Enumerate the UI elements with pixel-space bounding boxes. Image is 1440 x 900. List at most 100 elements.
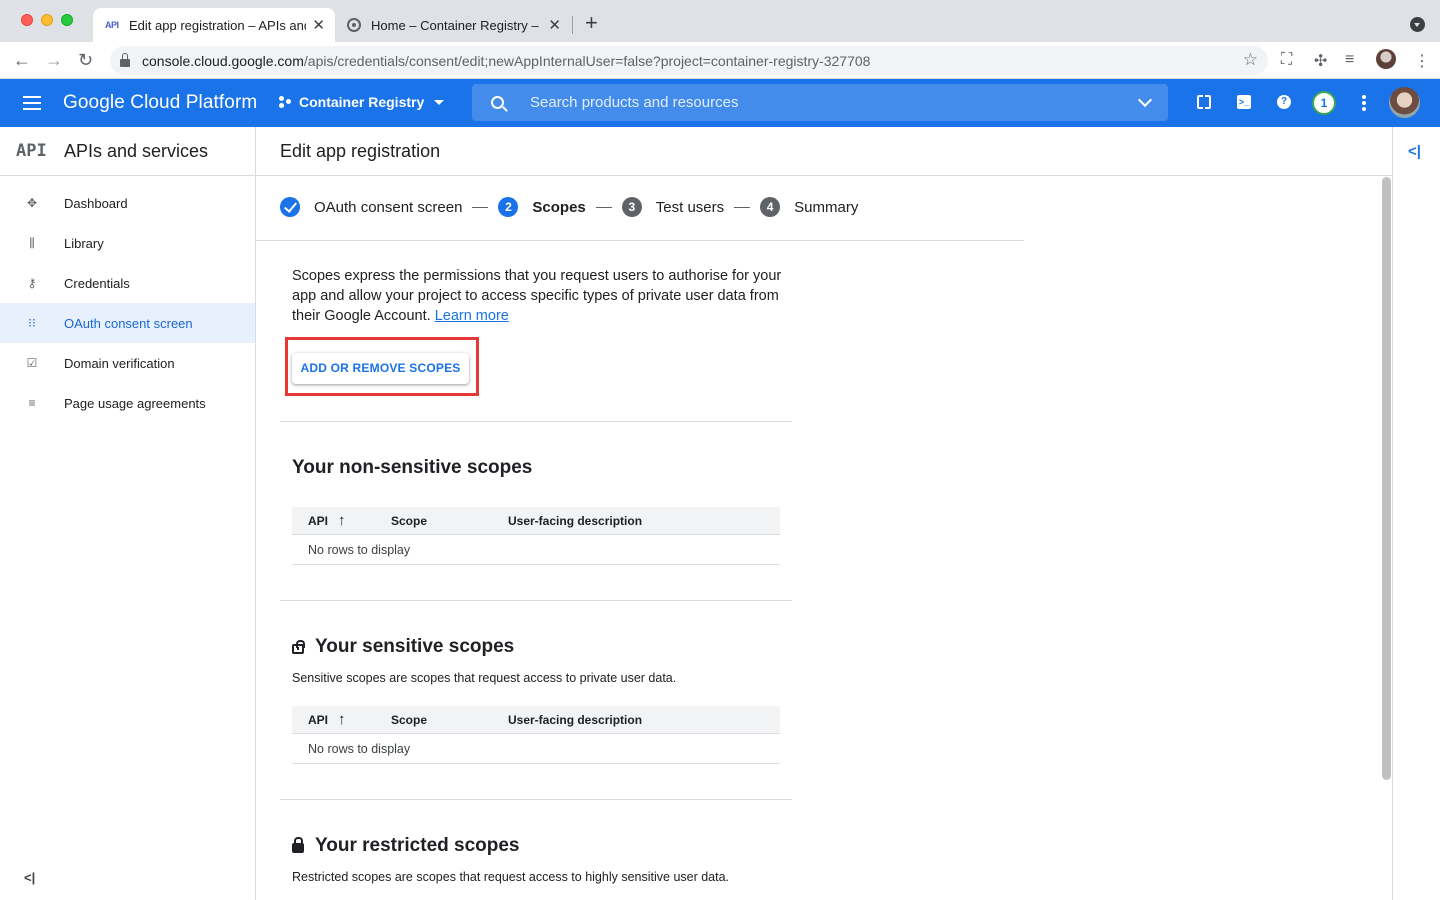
cloud-shell-icon[interactable]: >_ <box>1237 95 1251 109</box>
project-icon <box>279 95 293 109</box>
page-title: Edit app registration <box>256 127 1392 176</box>
gcp-header: Google Cloud Platform Container Registry… <box>0 79 1440 127</box>
forward-icon[interactable]: → <box>45 50 63 70</box>
sidebar: API APIs and services ✥ Dashboard ⫼ Libr… <box>0 127 256 900</box>
browser-profile-avatar[interactable] <box>1376 49 1396 69</box>
sidebar-item-label: Dashboard <box>64 195 128 211</box>
divider <box>256 240 1024 241</box>
step-label: Scopes <box>532 198 586 216</box>
sidebar-item-page-usage-agreements[interactable]: ≡ Page usage agreements <box>0 383 255 423</box>
lock-open-icon <box>292 640 305 654</box>
bookmark-star-icon[interactable]: ☆ <box>1243 50 1258 70</box>
add-or-remove-scopes-button[interactable]: ADD OR REMOVE SCOPES <box>292 353 469 384</box>
step-number: 2 <box>498 197 519 217</box>
column-api[interactable]: API ↑ <box>292 513 391 528</box>
step-connector <box>595 206 612 208</box>
sidebar-item-dashboard[interactable]: ✥ Dashboard <box>0 183 255 223</box>
browser-tabstrip: API Edit app registration – APIs and ser… <box>0 0 1440 42</box>
column-scope: Scope <box>391 513 428 528</box>
product-title[interactable]: Google Cloud Platform <box>63 92 257 114</box>
sidebar-header: API APIs and services <box>0 127 255 176</box>
help-icon[interactable]: ? <box>1277 95 1291 109</box>
column-api[interactable]: API ↑ <box>292 712 391 727</box>
browser-tab-active[interactable]: API Edit app registration – APIs and ser… <box>93 8 335 42</box>
tab-title: Edit app registration – APIs and service… <box>129 17 306 33</box>
browser-toolbar: ← → ↻ console.cloud.google.com/apis/cred… <box>0 42 1440 79</box>
empty-table-message: No rows to display <box>292 734 780 764</box>
search-bar[interactable]: Search products and resources <box>472 84 1168 121</box>
step-test-users[interactable]: 3 Test users <box>621 197 724 217</box>
collapse-sidebar-icon[interactable]: <| <box>24 870 35 885</box>
column-description: User-facing description <box>508 513 643 528</box>
learn-more-link[interactable]: Learn more <box>435 308 509 324</box>
window-close-button[interactable] <box>21 14 33 26</box>
step-number: 4 <box>760 197 781 217</box>
screenshot-icon[interactable]: ⛶ <box>1281 51 1292 69</box>
reload-icon[interactable]: ↻ <box>78 50 93 70</box>
close-tab-icon[interactable]: ✕ <box>312 16 325 34</box>
new-tab-icon[interactable]: + <box>585 12 598 34</box>
gear-favicon-icon <box>347 18 361 32</box>
library-icon: ⫼ <box>29 235 35 250</box>
expand-panel-icon[interactable]: <| <box>1408 143 1421 160</box>
chevron-down-icon[interactable] <box>1137 92 1153 107</box>
section-title-sensitive: Your sensitive scopes <box>292 636 514 658</box>
sidebar-item-credentials[interactable]: ⚷ Credentials <box>0 263 255 303</box>
section-divider <box>280 799 792 800</box>
sidebar-item-label: Credentials <box>64 275 130 291</box>
section-title-non-sensitive: Your non-sensitive scopes <box>292 457 533 478</box>
intro-text: Scopes express the permissions that you … <box>292 268 782 324</box>
step-oauth-consent-screen[interactable]: OAuth consent screen <box>280 197 462 217</box>
step-scopes[interactable]: 2 Scopes <box>498 197 586 217</box>
more-options-icon[interactable] <box>1362 95 1366 111</box>
step-label: Summary <box>794 198 859 216</box>
tab-title: Home – Container Registry – Google Cloud… <box>371 17 542 33</box>
section-divider <box>280 600 792 601</box>
back-icon[interactable]: ← <box>13 50 31 70</box>
project-selector[interactable]: Container Registry <box>279 94 445 110</box>
section-description: Sensitive scopes are scopes that request… <box>292 671 677 685</box>
search-input[interactable]: Search products and resources <box>530 94 1140 111</box>
consent-icon: ⁝⁝ <box>28 316 36 330</box>
sidebar-title: APIs and services <box>64 140 209 161</box>
gift-icon[interactable] <box>1197 95 1211 109</box>
sidebar-item-oauth-consent-screen[interactable]: ⁝⁝ OAuth consent screen <box>0 303 255 343</box>
browser-tab-inactive[interactable]: Home – Container Registry – Google Cloud… <box>337 8 571 42</box>
settings-list-icon: ≡ <box>28 396 36 410</box>
account-avatar[interactable] <box>1389 87 1420 118</box>
window-minimize-button[interactable] <box>41 14 53 26</box>
scrollbar[interactable] <box>1382 177 1391 780</box>
section-divider <box>280 421 792 422</box>
sidebar-item-library[interactable]: ⫼ Library <box>0 223 255 263</box>
sidebar-item-domain-verification[interactable]: ☑ Domain verification <box>0 343 255 383</box>
step-summary[interactable]: 4 Summary <box>760 197 858 217</box>
tab-search-icon[interactable] <box>1410 17 1425 32</box>
step-connector <box>734 206 751 208</box>
address-bar[interactable]: console.cloud.google.com/apis/credential… <box>110 46 1268 75</box>
notification-badge[interactable]: 1 <box>1312 91 1336 115</box>
close-tab-icon[interactable]: ✕ <box>548 16 561 34</box>
lock-icon <box>292 837 304 853</box>
url-text: console.cloud.google.com/apis/credential… <box>142 52 871 69</box>
section-description: Restricted scopes are scopes that reques… <box>292 870 730 884</box>
step-complete-check-icon <box>280 197 300 217</box>
step-label: OAuth consent screen <box>314 198 463 216</box>
right-panel: <| <box>1392 127 1440 900</box>
step-number: 3 <box>621 197 642 217</box>
window-zoom-button[interactable] <box>61 14 73 26</box>
extensions-icon[interactable]: ✣ <box>1314 51 1327 71</box>
empty-table-message: No rows to display <box>292 535 780 565</box>
table-header: API ↑ Scope User-facing description <box>292 706 780 734</box>
scopes-intro: Scopes express the permissions that you … <box>292 266 782 326</box>
browser-menu-icon[interactable]: ⋮ <box>1414 51 1430 71</box>
stepper: OAuth consent screen 2 Scopes 3 Test use… <box>280 197 858 217</box>
sort-arrow-up-icon[interactable]: ↑ <box>338 513 346 528</box>
key-icon: ⚷ <box>27 276 37 290</box>
menu-icon[interactable] <box>23 96 41 110</box>
sidebar-item-label: Domain verification <box>64 355 175 371</box>
main-content: Edit app registration OAuth consent scre… <box>256 127 1392 900</box>
sort-arrow-up-icon[interactable]: ↑ <box>338 712 346 727</box>
media-control-icon[interactable]: ≡ <box>1345 51 1354 69</box>
column-scope: Scope <box>391 712 428 727</box>
checkbox-icon: ☑ <box>26 356 38 370</box>
